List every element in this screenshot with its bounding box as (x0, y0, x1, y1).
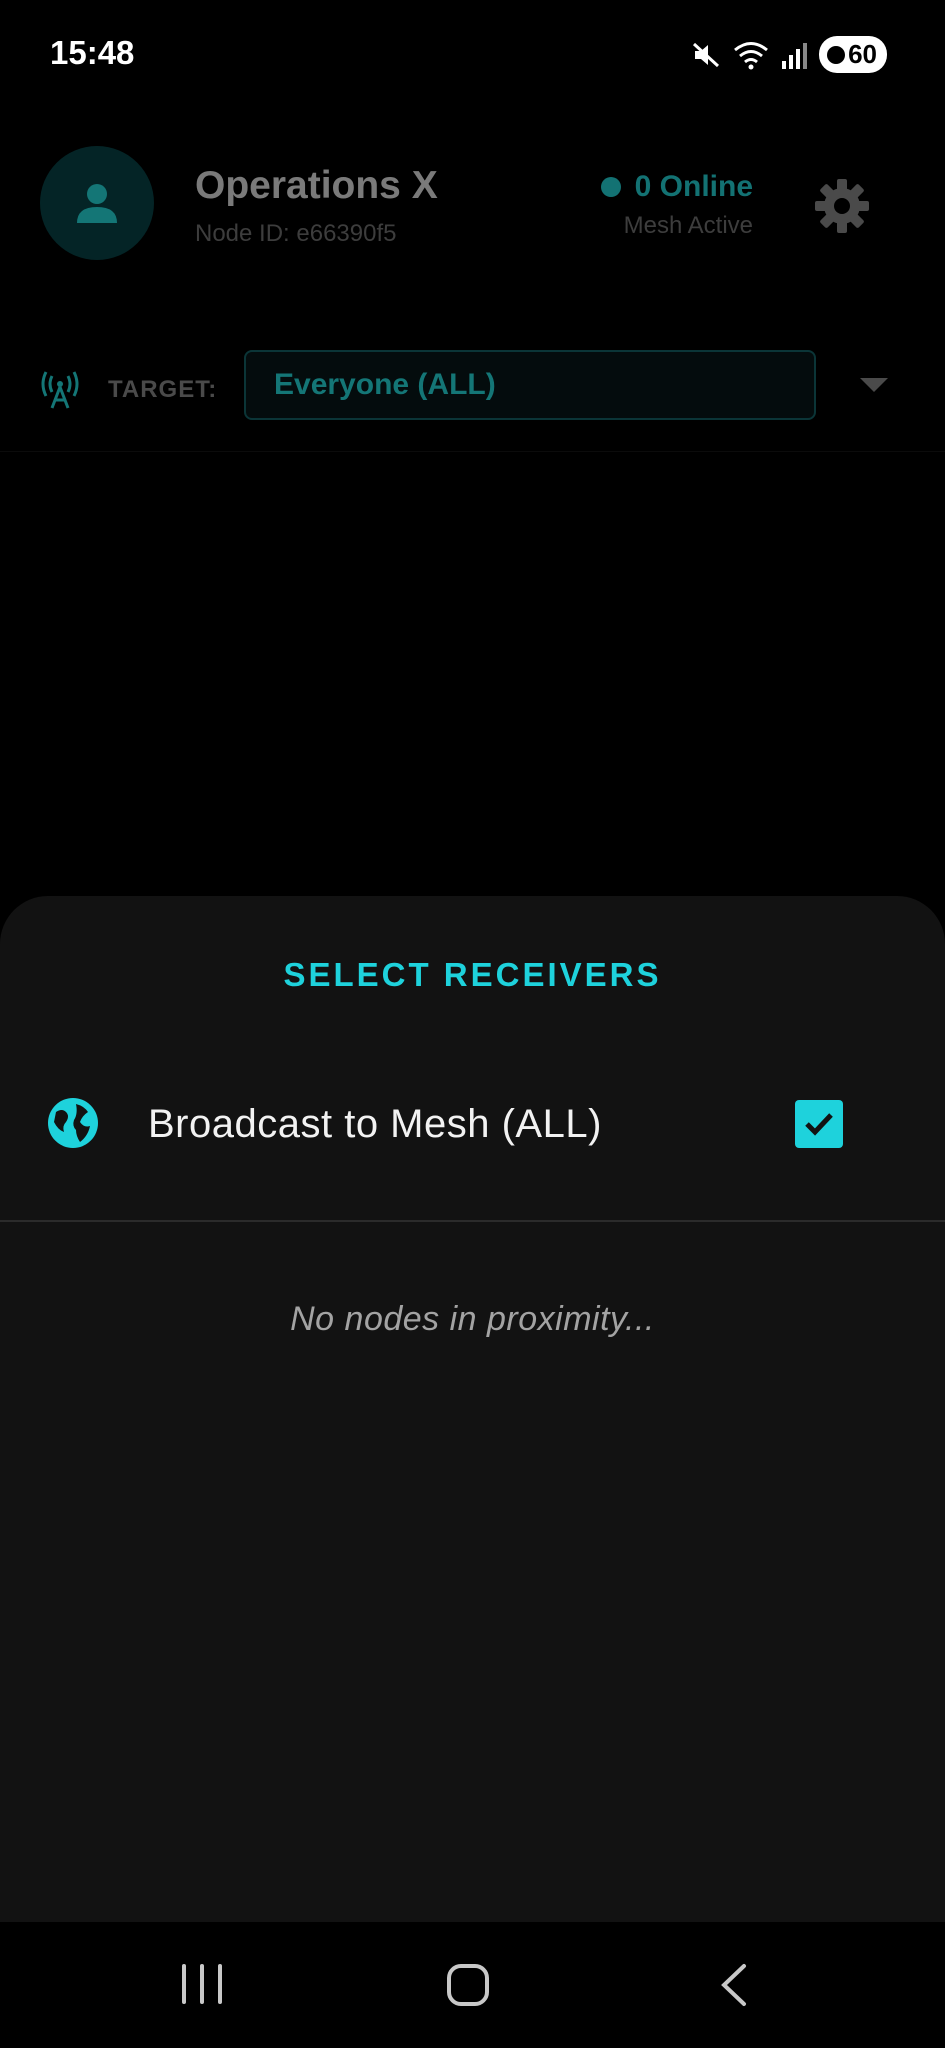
target-bar: TARGET: Everyone (ALL) (0, 328, 945, 452)
sheet-title: SELECT RECEIVERS (283, 956, 662, 993)
person-icon (77, 184, 117, 223)
page-title: Operations X (195, 164, 438, 207)
system-nav-bar (0, 1922, 945, 2048)
mute-icon (693, 42, 720, 67)
checkmark-icon (805, 1113, 833, 1136)
recents-bar-icon (182, 1964, 186, 2004)
status-icons: 60 (691, 36, 887, 73)
globe-icon (48, 1098, 98, 1148)
battery-level: 60 (848, 39, 877, 69)
app-header: Operations X Node ID: e66390f5 0 Online … (0, 140, 945, 270)
wifi-icon (734, 41, 769, 69)
gear-icon[interactable] (814, 178, 870, 234)
receiver-checkbox[interactable] (795, 1100, 843, 1148)
recents-bar-icon (218, 1964, 222, 2004)
empty-state-message: No nodes in proximity... (290, 1300, 655, 1338)
antenna-icon (41, 371, 79, 409)
recents-button[interactable] (182, 1964, 222, 2004)
power-saving-icon (827, 45, 846, 64)
status-time: 15:48 (50, 34, 135, 71)
chevron-down-icon[interactable] (860, 378, 888, 392)
avatar[interactable] (40, 146, 154, 260)
divider (0, 1220, 945, 1222)
receiver-label: Broadcast to Mesh (ALL) (148, 1102, 602, 1146)
online-dot-icon (600, 177, 621, 197)
online-status: 0 Online (600, 170, 753, 204)
recents-bar-icon (200, 1964, 204, 2004)
battery-indicator: 60 (819, 36, 887, 73)
home-button[interactable] (447, 1964, 489, 2006)
target-label: TARGET: (108, 376, 218, 403)
mesh-status: Mesh Active (623, 212, 753, 239)
node-id: Node ID: e66390f5 (195, 220, 397, 247)
back-button[interactable] (716, 1962, 752, 2008)
status-bar: 15:48 60 (0, 0, 945, 108)
target-select[interactable]: Everyone (ALL) (244, 350, 816, 420)
receivers-sheet: SELECT RECEIVERS Broadcast to Mesh (ALL)… (0, 896, 945, 1922)
online-count: 0 Online (634, 170, 753, 203)
receiver-row-broadcast[interactable]: Broadcast to Mesh (ALL) (0, 1066, 945, 1178)
signal-icon (782, 42, 808, 69)
